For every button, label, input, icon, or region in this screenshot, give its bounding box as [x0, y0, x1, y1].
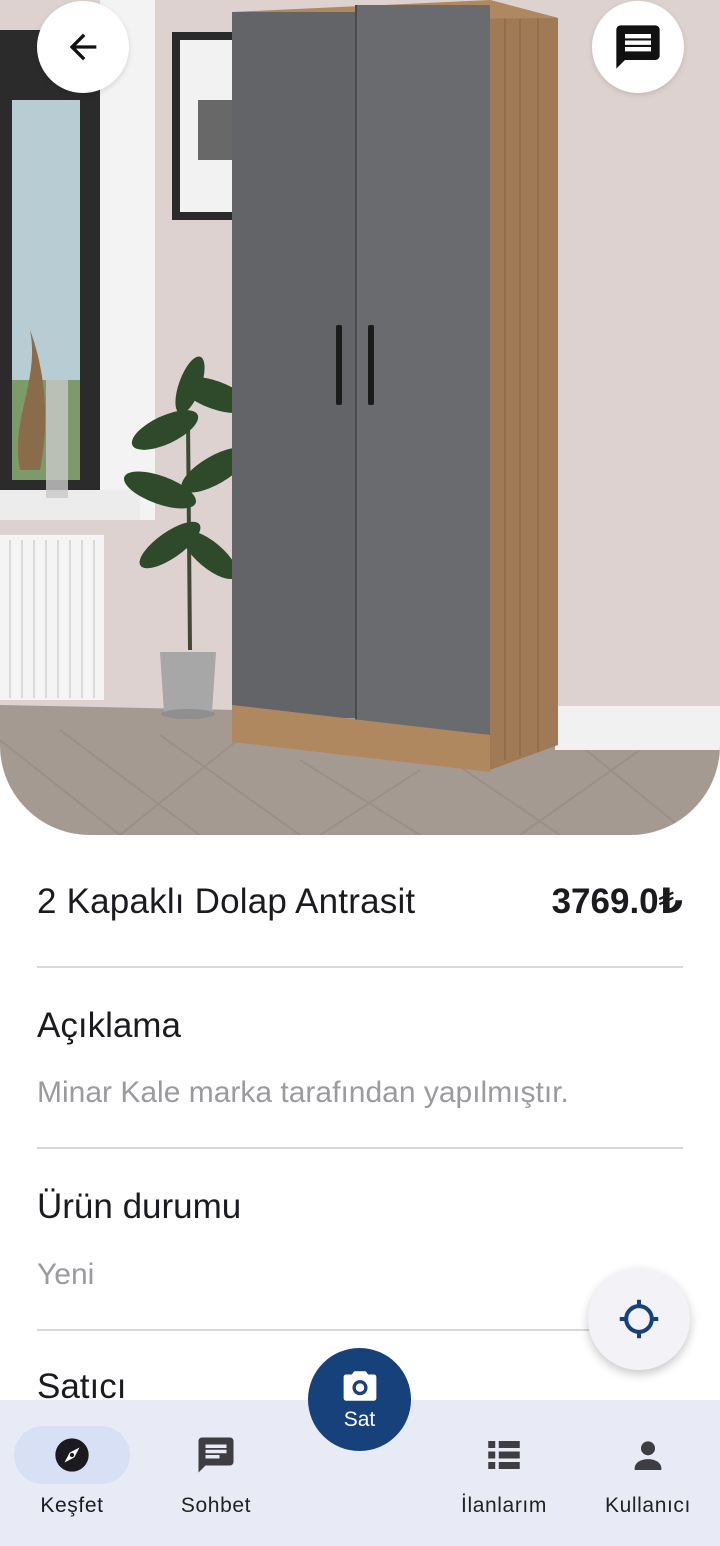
- nav-label: Sohbet: [180, 1494, 252, 1517]
- nav-item-kesfet[interactable]: Keşfet: [0, 1400, 144, 1546]
- list-icon: [488, 1441, 520, 1469]
- person-icon: [634, 1441, 662, 1470]
- product-image[interactable]: [0, 0, 720, 835]
- sell-button[interactable]: Sat: [308, 1348, 411, 1451]
- crosshair-icon: [619, 1299, 659, 1339]
- nav-item-sohbet[interactable]: Sohbet: [144, 1400, 288, 1546]
- sell-label: Sat: [343, 1407, 376, 1431]
- chat-icon: [198, 1437, 234, 1473]
- nav-item-kullanici[interactable]: Kullanıcı: [576, 1400, 720, 1546]
- description-heading: Açıklama: [37, 1006, 181, 1045]
- nav-label: Kullanıcı: [605, 1494, 691, 1517]
- nav-label: İlanlarım: [461, 1494, 547, 1517]
- message-icon: [616, 25, 660, 69]
- back-button[interactable]: [37, 1, 129, 93]
- divider: [37, 966, 683, 968]
- description-text: Minar Kale marka tarafından yapılmıştır.: [37, 1076, 569, 1109]
- product-title: 2 Kapaklı Dolap Antrasit: [37, 882, 416, 921]
- divider: [37, 1147, 683, 1149]
- condition-heading: Ürün durumu: [37, 1187, 242, 1226]
- title-row: 2 Kapaklı Dolap Antrasit 3769.0₺: [37, 882, 683, 922]
- active-indicator: [14, 1426, 130, 1484]
- divider: [37, 1329, 597, 1331]
- camera-icon: [343, 1370, 376, 1401]
- compass-icon: [55, 1438, 89, 1472]
- nav-item-ilanlarim[interactable]: İlanlarım: [432, 1400, 576, 1546]
- product-price: 3769.0₺: [551, 882, 683, 921]
- locate-button[interactable]: [588, 1268, 690, 1370]
- condition-text: Yeni: [37, 1258, 95, 1291]
- message-seller-button[interactable]: [592, 1, 684, 93]
- arrow-left-icon: [69, 33, 97, 61]
- nav-label: Keşfet: [40, 1494, 104, 1517]
